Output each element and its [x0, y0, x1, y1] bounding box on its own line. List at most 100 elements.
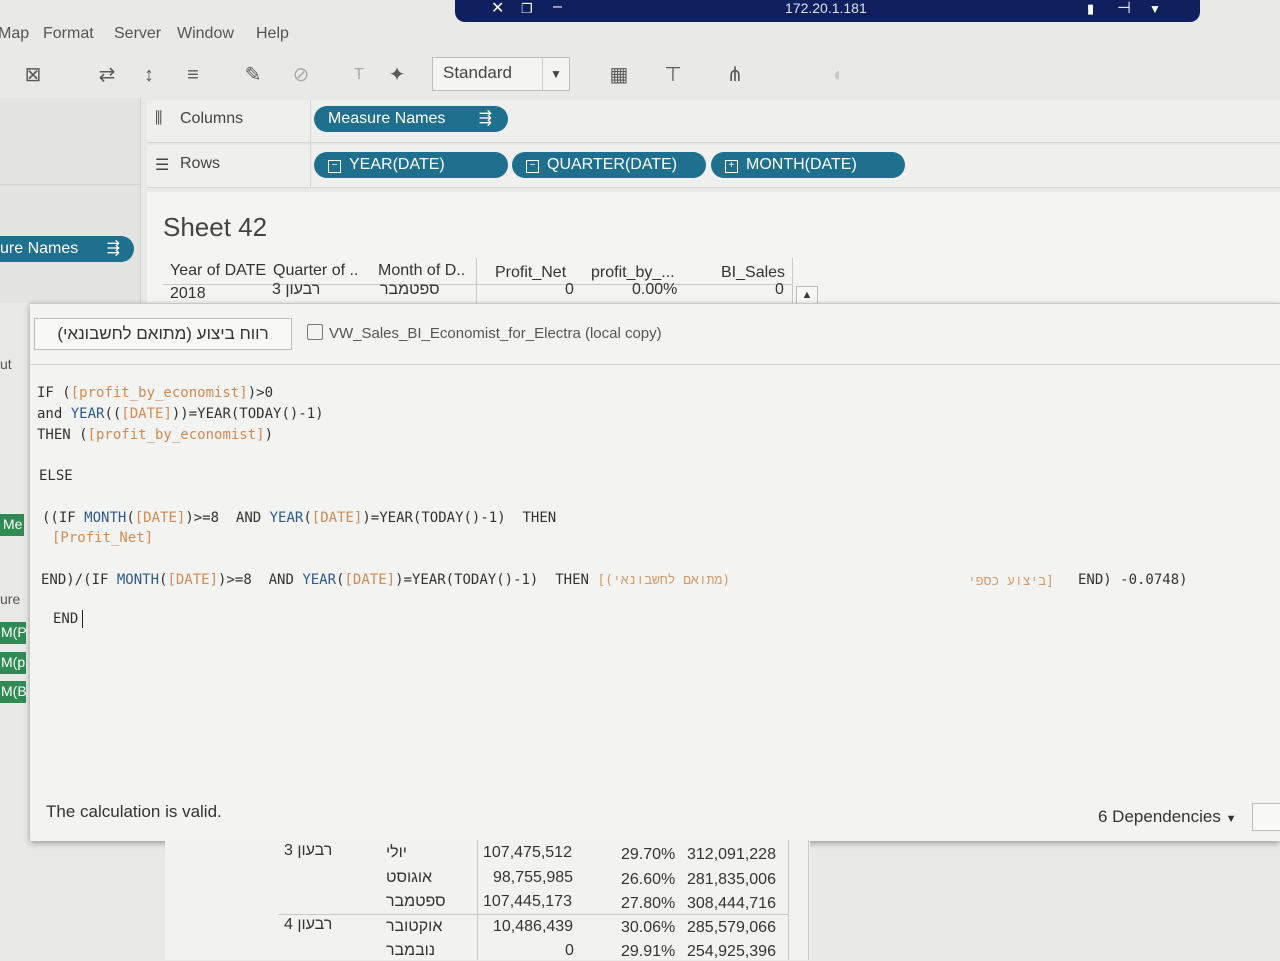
view-mode-select[interactable]: Standard ▼ — [432, 57, 570, 91]
data-source-icon — [307, 324, 323, 340]
header-profit-net[interactable]: Profit_Net — [495, 264, 566, 282]
cell-sales: 308,444,716 — [687, 895, 776, 912]
collapse-icon[interactable]: − — [328, 160, 341, 173]
shelf-divider — [310, 100, 311, 187]
remote-host-ip: 172.20.1.181 — [785, 0, 867, 16]
close-icon[interactable]: ✕ — [491, 0, 504, 18]
code-line-6[interactable]: [Profit_Net] — [52, 530, 153, 546]
code-line-5[interactable]: ((IF MONTH([DATE])>=8 AND YEAR([DATE])=Y… — [42, 510, 556, 526]
columns-pill-measure-names[interactable]: Measure Names ⇶ — [314, 106, 508, 132]
pill-label: ure Names — [0, 240, 79, 257]
header-profit-by[interactable]: profit_by_... — [591, 264, 675, 282]
show-me-icon[interactable]: ▦ — [606, 62, 632, 88]
presentation-icon[interactable]: ⊤ — [660, 62, 686, 88]
row-divider — [278, 914, 788, 915]
cell-quarter: רבעון 3 — [272, 281, 321, 298]
cell-bi-sales: 0 — [775, 281, 784, 298]
sort-ascending-icon[interactable]: ↕ — [136, 62, 162, 88]
cell-month: נובמבר — [386, 942, 436, 959]
pin-icon[interactable]: ⊣ — [1117, 0, 1131, 18]
apply-button[interactable] — [1252, 803, 1280, 831]
sort-icon: ⇶ — [478, 110, 492, 127]
swap-rows-columns-icon[interactable]: ⇄ — [94, 62, 120, 88]
cell-profit-net: 10,486,439 — [493, 918, 574, 935]
text-cursor — [82, 610, 83, 628]
remote-session-bar: ✕ ❐ – 172.20.1.181 ▮ ⊣ ▼ — [455, 0, 1200, 22]
header-quarter[interactable]: Quarter of .. — [273, 262, 358, 280]
data-source-name: VW_Sales_BI_Economist_for_Electra (local… — [329, 325, 662, 342]
code-line-2[interactable]: and YEAR(([DATE]))=YEAR(TODAY()-1) — [37, 406, 324, 422]
code-line-3[interactable]: THEN ([profit_by_economist]) — [37, 427, 273, 443]
chevron-down-icon[interactable]: ▼ — [542, 58, 569, 90]
sheet-title: Sheet 42 — [163, 212, 268, 242]
code-line-end[interactable]: END — [53, 611, 78, 627]
code-line-1[interactable]: IF ([profit_by_economist])>0 — [37, 385, 273, 401]
data-source-label: VW_Sales_BI_Economist_for_Electra (local… — [307, 324, 662, 342]
code-line-7-end[interactable]: END) -0.0748) — [1078, 572, 1188, 588]
rows-icon: ☰ — [155, 157, 170, 174]
green-measure-chip[interactable]: M(B — [0, 681, 27, 703]
column-divider — [808, 840, 809, 960]
header-bi-sales[interactable]: BI_Sales — [721, 264, 785, 282]
chevron-down-icon: ▼ — [1225, 813, 1237, 825]
menu-map[interactable]: Map — [0, 25, 29, 43]
view-mode-value: Standard — [443, 63, 512, 82]
cell-month: ספטמבר — [380, 281, 440, 298]
sort-icon: ⇶ — [106, 240, 120, 257]
pill-label: YEAR(DATE) — [349, 156, 445, 173]
menu-format[interactable]: Format — [43, 25, 94, 43]
cell-sales: 285,579,066 — [687, 919, 776, 936]
calculation-status: The calculation is valid. — [46, 802, 222, 821]
green-measure-chip[interactable]: M(p — [0, 652, 26, 674]
cell-profit-net: 107,475,512 — [483, 844, 572, 861]
header-year[interactable]: Year of DATE — [170, 262, 266, 280]
menu-window[interactable]: Window — [177, 25, 234, 43]
left-pane — [0, 98, 141, 303]
dependencies-label: 6 Dependencies — [1098, 807, 1221, 826]
chip-label: M(p — [1, 654, 26, 670]
column-divider — [792, 258, 793, 303]
rows-pill-quarter[interactable]: − QUARTER(DATE) — [512, 152, 706, 178]
green-measure-chip[interactable]: M(P — [0, 622, 27, 644]
pin-axis-icon[interactable]: ✦ — [384, 62, 410, 88]
rows-pill-year[interactable]: − YEAR(DATE) — [314, 152, 508, 178]
cell-pct: 29.91% — [621, 943, 676, 960]
cell-month: אוגוסט — [386, 869, 433, 886]
text-label-icon[interactable]: T — [346, 62, 372, 88]
attach-icon[interactable]: ⊘ — [288, 62, 314, 88]
cell-month: אוקטובר — [386, 918, 443, 935]
minimize-icon[interactable]: – — [553, 0, 562, 16]
header-divider — [163, 284, 793, 285]
clear-sheet-icon[interactable]: ⊠ — [20, 62, 46, 88]
highlight-icon[interactable]: ✎ — [240, 62, 266, 88]
left-fragment: ure — [0, 591, 21, 607]
menu-server[interactable]: Server — [114, 25, 161, 43]
dependencies-dropdown[interactable]: 6 Dependencies ▼ — [1098, 807, 1237, 827]
code-line-7[interactable]: END)/(IF MONTH([DATE])>=8 AND YEAR([DATE… — [41, 572, 730, 588]
dialog-divider — [30, 364, 1280, 365]
pill-label: Measure Names — [328, 110, 446, 127]
column-divider — [477, 840, 478, 960]
share-icon[interactable]: ⋔ — [722, 62, 748, 88]
cell-sales: 312,091,228 — [687, 846, 776, 863]
sort-descending-icon[interactable]: ≡ — [180, 62, 206, 88]
chevron-down-icon[interactable]: ▼ — [1149, 2, 1161, 16]
collapse-icon[interactable]: − — [526, 160, 539, 173]
chip-label: M(B — [1, 683, 27, 699]
measure-names-legend-pill[interactable]: ure Names ⇶ — [0, 236, 134, 262]
menu-help[interactable]: Help — [256, 25, 289, 43]
header-month[interactable]: Month of D.. — [378, 262, 465, 280]
cell-sales: 254,925,396 — [687, 943, 776, 960]
expand-icon[interactable]: + — [725, 160, 738, 173]
chip-label: Me — [3, 516, 23, 532]
rows-pill-month[interactable]: + MONTH(DATE) — [711, 152, 905, 178]
columns-icon: ⫼ — [155, 110, 163, 127]
code-line-else[interactable]: ELSE — [39, 468, 73, 484]
calculation-editor-dialog: רווח ביצוע (מתואם לחשבונאי) VW_Sales_BI_… — [30, 303, 1280, 841]
restore-icon[interactable]: ❐ — [521, 1, 533, 17]
calculation-name-field[interactable]: רווח ביצוע (מתואם לחשבונאי) — [34, 318, 292, 350]
green-measure-chip[interactable]: Me — [0, 514, 24, 536]
cell-profit-net: 0 — [565, 281, 574, 298]
cell-pct: 29.70% — [621, 846, 676, 863]
code-line-7-cont[interactable]: ביצוע כספי] — [968, 574, 1054, 589]
